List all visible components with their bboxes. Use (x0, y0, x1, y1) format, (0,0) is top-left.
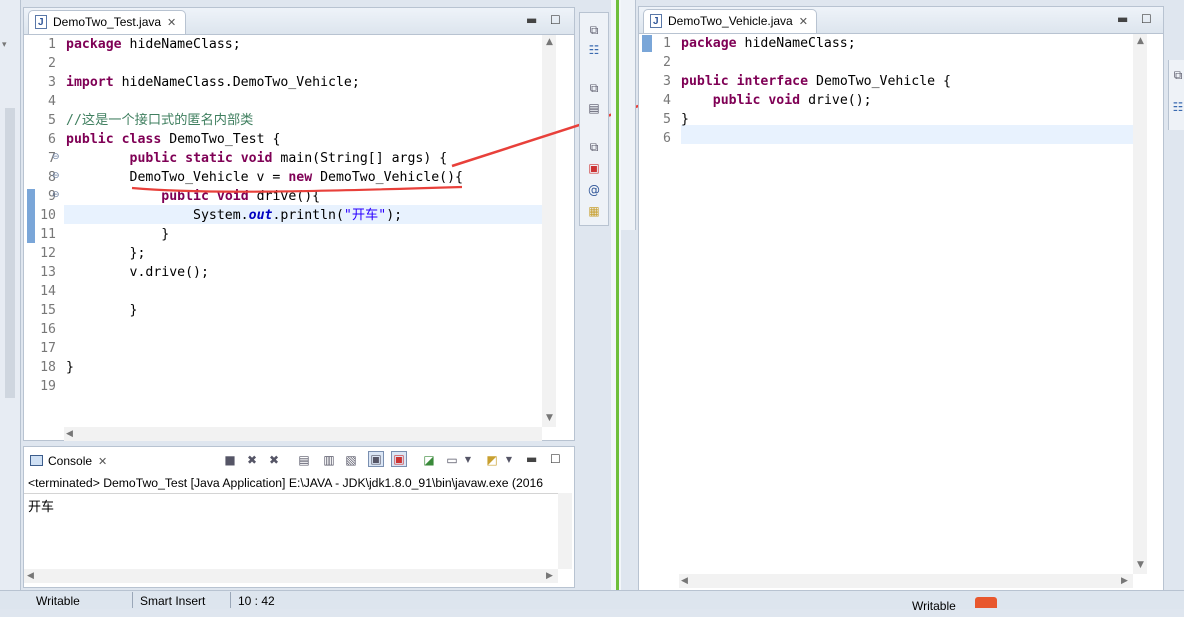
restore-icon-2[interactable]: ⧉ (587, 81, 601, 95)
minimize-icon[interactable]: ▬ (1117, 12, 1128, 26)
console-launch-info: <terminated> DemoTwo_Test [Java Applicat… (28, 476, 544, 490)
left-trim-stack: ⧉ ☷ ⧉ ▤ ⧉ ▣ @ ▦ (579, 12, 609, 226)
display-dropdown-icon[interactable]: ▼ (461, 453, 475, 467)
scroll-left-icon[interactable]: ◀ (681, 576, 688, 586)
line-number: 3 (663, 74, 671, 89)
code-token: public (681, 74, 729, 89)
close-console-icon[interactable]: ✕ (98, 456, 107, 468)
task-list-icon[interactable]: ▤ (587, 101, 601, 115)
status-logo-icon (975, 597, 997, 608)
console-scroll-left-icon[interactable]: ◀ (27, 571, 34, 581)
open-console-icon[interactable]: ◩ (485, 453, 499, 467)
code-token: drive(); (800, 93, 872, 108)
javadoc-icon[interactable]: @ (587, 183, 601, 197)
restore-icon-1[interactable]: ⧉ (587, 23, 601, 37)
code-token: interface (736, 74, 809, 89)
clear-console-icon[interactable]: ▤ (297, 453, 311, 467)
line-number: 4 (663, 93, 671, 108)
code-token: hideNameClass; (736, 36, 856, 51)
line-number: 2 (663, 55, 671, 70)
status-writable: Writable (36, 594, 80, 608)
window-divider-green (616, 0, 619, 608)
code-token: public (712, 93, 761, 108)
outline-icon[interactable]: ☷ (587, 43, 601, 57)
line-number: 1 (663, 36, 671, 51)
console-scroll-right-icon[interactable]: ▶ (546, 571, 553, 581)
status-insert-mode[interactable]: Smart Insert (140, 590, 205, 608)
console-tab-label: Console (48, 454, 93, 468)
console-tabbar: Console ✕ ■ ✖ ✖ ▤ ▥ ▧ ▣ ▣ ◪ ▭ ▼ ◩ ▼ ▬ ☐ (24, 447, 574, 473)
right-editor-hscroll[interactable]: ◀ ▶ (679, 574, 1133, 588)
code-token: } (681, 112, 689, 127)
right-editor-panel: DemoTwo_Vehicle.java ✕ ▬ ☐ 1 2 3 4 5 6 package… (638, 6, 1164, 592)
right-editor-tabbar: DemoTwo_Vehicle.java ✕ ▬ ☐ (639, 7, 1163, 34)
console-panel: Console ✕ ■ ✖ ✖ ▤ ▥ ▧ ▣ ▣ ◪ ▭ ▼ ◩ ▼ ▬ ☐ <… (23, 446, 575, 588)
close-tab-icon[interactable]: ✕ (799, 16, 808, 28)
remove-launch-icon[interactable]: ✖ (245, 453, 259, 467)
console-maximize-icon[interactable]: ☐ (550, 452, 561, 466)
status-right-writable: Writable (912, 599, 956, 613)
code-token: package (681, 36, 737, 51)
status-divider-1 (132, 592, 133, 608)
right-trim-stack: ⧉ ☷ (1168, 60, 1184, 130)
maximize-icon[interactable]: ☐ (1141, 12, 1152, 26)
status-cursor-position: 10 : 42 (238, 594, 275, 608)
java-file-icon (650, 11, 662, 33)
right-change-marker (642, 35, 652, 52)
remove-all-launches-icon[interactable]: ✖ (267, 453, 281, 467)
show-console-on-stdout-icon[interactable]: ▣ (368, 451, 384, 467)
console-hscroll[interactable]: ◀ ▶ (24, 569, 558, 583)
red-underline-annotation (131, 185, 463, 193)
line-number: 6 (663, 131, 671, 146)
restore-icon-3[interactable]: ⧉ (587, 140, 601, 154)
scroll-up-icon[interactable]: ▲ (1137, 36, 1144, 46)
right-window-sliver (621, 0, 636, 230)
console-tab[interactable]: Console ✕ (28, 450, 107, 472)
right-code-area[interactable]: package hideNameClass; public interface D… (681, 34, 1133, 574)
scroll-down-icon[interactable]: ▼ (1137, 560, 1144, 570)
code-line[interactable]: public void drive(); (681, 91, 872, 110)
open-console-dropdown-icon[interactable]: ▼ (502, 453, 516, 467)
status-divider-2 (230, 592, 231, 608)
restore-icon-right[interactable]: ⧉ (1171, 68, 1184, 82)
code-token: void (768, 93, 801, 108)
console-vscroll[interactable] (558, 493, 572, 569)
tab-demotwo-vehicle[interactable]: DemoTwo_Vehicle.java ✕ (643, 9, 817, 33)
console-minimize-icon[interactable]: ▬ (526, 452, 537, 466)
right-editor-vscroll[interactable]: ▲ ▼ (1133, 34, 1147, 574)
outline-icon-right[interactable]: ☷ (1171, 100, 1184, 114)
display-console-icon[interactable]: ▭ (445, 453, 459, 467)
declaration-icon[interactable]: ▦ (587, 204, 601, 218)
terminate-icon[interactable]: ■ (223, 453, 237, 467)
show-console-on-stderr-icon[interactable]: ▣ (391, 451, 407, 467)
code-line[interactable]: } (681, 110, 689, 129)
code-line[interactable]: package hideNameClass; (681, 34, 856, 53)
word-wrap-icon[interactable]: ▧ (344, 453, 358, 467)
code-line[interactable]: public interface DemoTwo_Vehicle { (681, 72, 951, 91)
pin-console-icon[interactable]: ◪ (422, 453, 436, 467)
console-icon (30, 455, 43, 466)
tab-title: DemoTwo_Vehicle.java (668, 14, 793, 28)
problems-icon[interactable]: ▣ (587, 161, 601, 175)
scroll-lock-icon[interactable]: ▥ (322, 453, 336, 467)
scroll-right-icon[interactable]: ▶ (1121, 576, 1128, 586)
line-number: 5 (663, 112, 671, 127)
console-output-text: 开车 (28, 500, 55, 515)
code-token: DemoTwo_Vehicle { (808, 74, 951, 89)
console-output-area[interactable]: 开车 (24, 493, 558, 570)
